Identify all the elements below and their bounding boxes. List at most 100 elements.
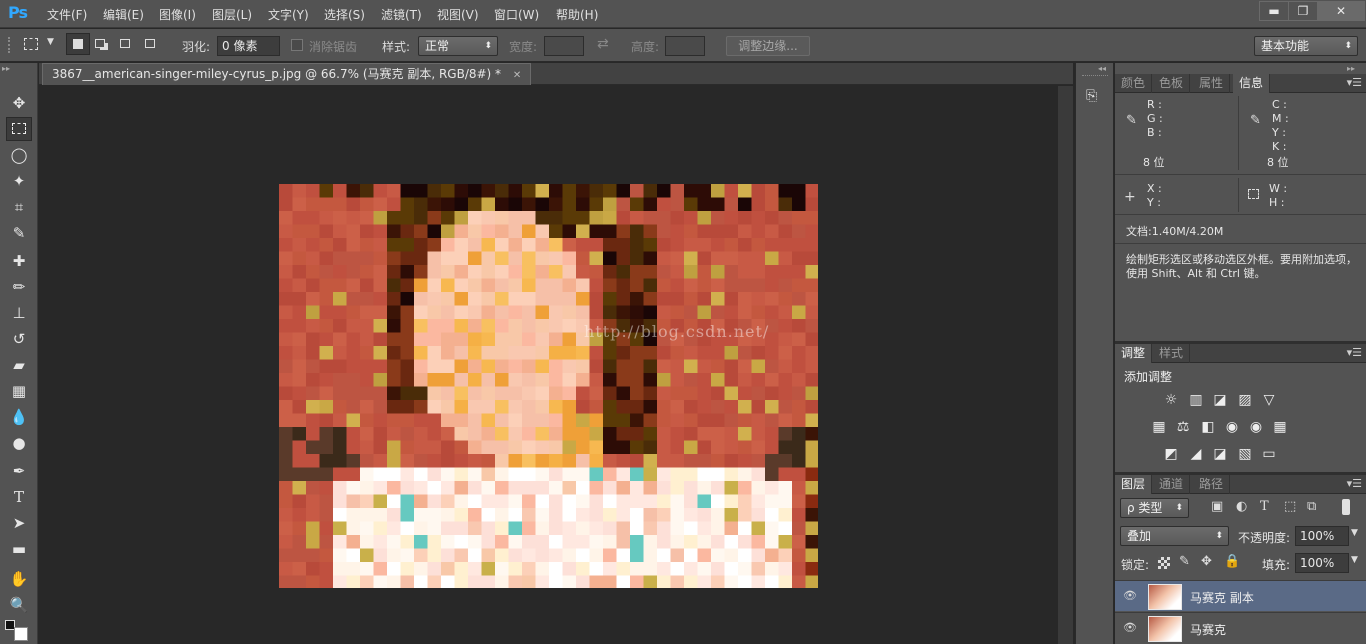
opacity-input[interactable]: 100% bbox=[1295, 526, 1349, 546]
intersect-selection-icon[interactable] bbox=[145, 39, 155, 48]
rectangle-tool-icon[interactable]: ▬ bbox=[6, 537, 32, 561]
pixel-filter-icon[interactable]: ▣ bbox=[1211, 499, 1223, 514]
tab-layers[interactable]: 图层 bbox=[1115, 475, 1153, 494]
adjustment-filter-icon[interactable]: ◐ bbox=[1236, 499, 1247, 514]
brush-tool-icon[interactable]: ✏ bbox=[6, 275, 32, 299]
hand-tool-icon[interactable]: ✋ bbox=[6, 567, 32, 591]
selective-color-icon[interactable]: ▧ bbox=[1235, 445, 1255, 463]
magic-wand-tool-icon[interactable]: ✦ bbox=[6, 169, 32, 193]
collapse-icon[interactable]: ▸▸ bbox=[2, 64, 10, 73]
document-tab[interactable]: 3867__american-singer-miley-cyrus_p.jpg … bbox=[42, 63, 532, 85]
tab-paths[interactable]: 路径 bbox=[1193, 475, 1231, 494]
menu-help[interactable]: 帮助(H) bbox=[556, 6, 598, 23]
close-button[interactable]: ✕ bbox=[1317, 1, 1365, 21]
new-selection-icon[interactable] bbox=[66, 33, 90, 55]
menu-select[interactable]: 选择(S) bbox=[324, 6, 365, 23]
expand-icon[interactable]: ◂◂ bbox=[1098, 64, 1106, 73]
menu-filter[interactable]: 滤镜(T) bbox=[381, 6, 422, 23]
background-color-swatch[interactable] bbox=[14, 627, 28, 641]
filter-toggle[interactable] bbox=[1342, 499, 1350, 515]
visibility-eye-icon[interactable]: 👁 bbox=[1119, 621, 1141, 635]
history-brush-tool-icon[interactable]: ↺ bbox=[6, 327, 32, 351]
color-lookup-icon[interactable]: ▦ bbox=[1270, 418, 1290, 436]
black-white-icon[interactable]: ◧ bbox=[1198, 418, 1218, 436]
lock-transparent-icon[interactable] bbox=[1158, 557, 1170, 569]
invert-icon[interactable]: ◩ bbox=[1161, 445, 1181, 463]
swap-icon[interactable]: ⇄ bbox=[597, 36, 609, 52]
menu-file[interactable]: 文件(F) bbox=[47, 6, 87, 23]
lasso-tool-icon[interactable]: ◯ bbox=[6, 143, 32, 167]
tab-properties[interactable]: 属性 bbox=[1193, 74, 1231, 93]
menu-type[interactable]: 文字(Y) bbox=[268, 6, 309, 23]
move-tool-icon[interactable]: ✥ bbox=[6, 91, 32, 115]
posterize-icon[interactable]: ◢ bbox=[1186, 445, 1206, 463]
brightness-contrast-icon[interactable]: ☼ bbox=[1161, 391, 1181, 409]
eyedropper-tool-icon[interactable]: ✎ bbox=[6, 221, 32, 245]
tab-channels[interactable]: 通道 bbox=[1153, 475, 1191, 494]
clone-stamp-tool-icon[interactable]: ⊥ bbox=[6, 301, 32, 325]
layer-row[interactable]: 👁 马赛克 bbox=[1115, 612, 1366, 643]
history-panel-icon[interactable]: ⎘ bbox=[1086, 88, 1106, 108]
collapse-panels-icon[interactable]: ▸▸ bbox=[1347, 64, 1355, 73]
blur-tool-icon[interactable]: 💧 bbox=[6, 405, 32, 429]
marquee-preset-icon[interactable] bbox=[24, 38, 38, 50]
tab-adjustments[interactable]: 调整 bbox=[1115, 344, 1153, 363]
width-input[interactable] bbox=[544, 36, 584, 56]
shape-filter-icon[interactable]: ⬚ bbox=[1284, 499, 1296, 514]
gradient-tool-icon[interactable]: ▦ bbox=[6, 379, 32, 403]
tab-styles[interactable]: 样式 bbox=[1153, 344, 1191, 363]
crop-tool-icon[interactable]: ⌗ bbox=[6, 195, 32, 219]
menu-image[interactable]: 图像(I) bbox=[159, 6, 196, 23]
tab-swatches[interactable]: 色板 bbox=[1153, 74, 1191, 93]
marquee-tool-icon[interactable] bbox=[6, 117, 32, 141]
visibility-eye-icon[interactable]: 👁 bbox=[1119, 589, 1141, 603]
curves-icon[interactable]: ◪ bbox=[1210, 391, 1230, 409]
path-selection-tool-icon[interactable]: ➤ bbox=[6, 511, 32, 535]
dodge-tool-icon[interactable]: ● bbox=[6, 431, 32, 455]
restore-button[interactable]: ❐ bbox=[1288, 1, 1318, 21]
subtract-selection-icon[interactable] bbox=[120, 39, 130, 48]
healing-brush-tool-icon[interactable]: ✚ bbox=[6, 249, 32, 273]
panel-menu-icon[interactable]: ▾☰ bbox=[1347, 76, 1362, 89]
lock-position-icon[interactable]: ✥ bbox=[1201, 554, 1212, 569]
document-canvas-image[interactable]: http://blog.csdn.net/ bbox=[279, 184, 818, 588]
exposure-icon[interactable]: ▨ bbox=[1235, 391, 1255, 409]
antialias-checkbox[interactable] bbox=[291, 39, 303, 51]
fill-input[interactable]: 100% bbox=[1295, 553, 1349, 573]
gradient-map-icon[interactable]: ▭ bbox=[1259, 445, 1279, 463]
chevron-down-icon[interactable]: ▼ bbox=[1351, 555, 1358, 565]
lock-all-icon[interactable]: 🔒 bbox=[1224, 554, 1240, 569]
menu-edit[interactable]: 编辑(E) bbox=[103, 6, 144, 23]
threshold-icon[interactable]: ◪ bbox=[1210, 445, 1230, 463]
type-tool-icon[interactable]: T bbox=[6, 485, 32, 509]
chevron-down-icon[interactable]: ▼ bbox=[47, 37, 54, 47]
add-selection-icon[interactable] bbox=[95, 39, 105, 48]
layer-row[interactable]: 👁 马赛克 副本 bbox=[1115, 580, 1366, 611]
feather-input[interactable]: 0 像素 bbox=[217, 36, 280, 56]
hue-saturation-icon[interactable]: ▦ bbox=[1149, 418, 1169, 436]
menu-view[interactable]: 视图(V) bbox=[437, 6, 479, 23]
height-input[interactable] bbox=[665, 36, 705, 56]
refine-edge-button[interactable]: 调整边缘... bbox=[726, 36, 810, 56]
vertical-scrollbar[interactable] bbox=[1058, 86, 1073, 644]
channel-mixer-icon[interactable]: ◉ bbox=[1246, 418, 1266, 436]
photo-filter-icon[interactable]: ◉ bbox=[1222, 418, 1242, 436]
minimize-button[interactable]: ▬ bbox=[1259, 1, 1289, 21]
levels-icon[interactable]: ▥ bbox=[1186, 391, 1206, 409]
lock-pixels-icon[interactable]: ✎ bbox=[1179, 554, 1190, 569]
menu-window[interactable]: 窗口(W) bbox=[494, 6, 539, 23]
workspace-select[interactable]: 基本功能 ⬍ bbox=[1254, 36, 1358, 56]
panel-menu-icon[interactable]: ▾☰ bbox=[1347, 477, 1362, 490]
close-tab-icon[interactable]: ✕ bbox=[513, 70, 521, 81]
tab-color[interactable]: 颜色 bbox=[1115, 74, 1153, 93]
pen-tool-icon[interactable]: ✒ bbox=[6, 459, 32, 483]
vibrance-icon[interactable]: ▽ bbox=[1259, 391, 1279, 409]
zoom-tool-icon[interactable]: 🔍 bbox=[6, 593, 32, 617]
tab-info[interactable]: 信息 bbox=[1233, 74, 1271, 93]
panel-menu-icon[interactable]: ▾☰ bbox=[1347, 346, 1362, 359]
eraser-tool-icon[interactable]: ▰ bbox=[6, 353, 32, 377]
type-filter-icon[interactable]: T bbox=[1260, 499, 1269, 514]
chevron-down-icon[interactable]: ▼ bbox=[1351, 528, 1358, 538]
menu-layer[interactable]: 图层(L) bbox=[212, 6, 252, 23]
layer-filter-select[interactable]: ρ 类型 ⬍ bbox=[1120, 498, 1189, 518]
